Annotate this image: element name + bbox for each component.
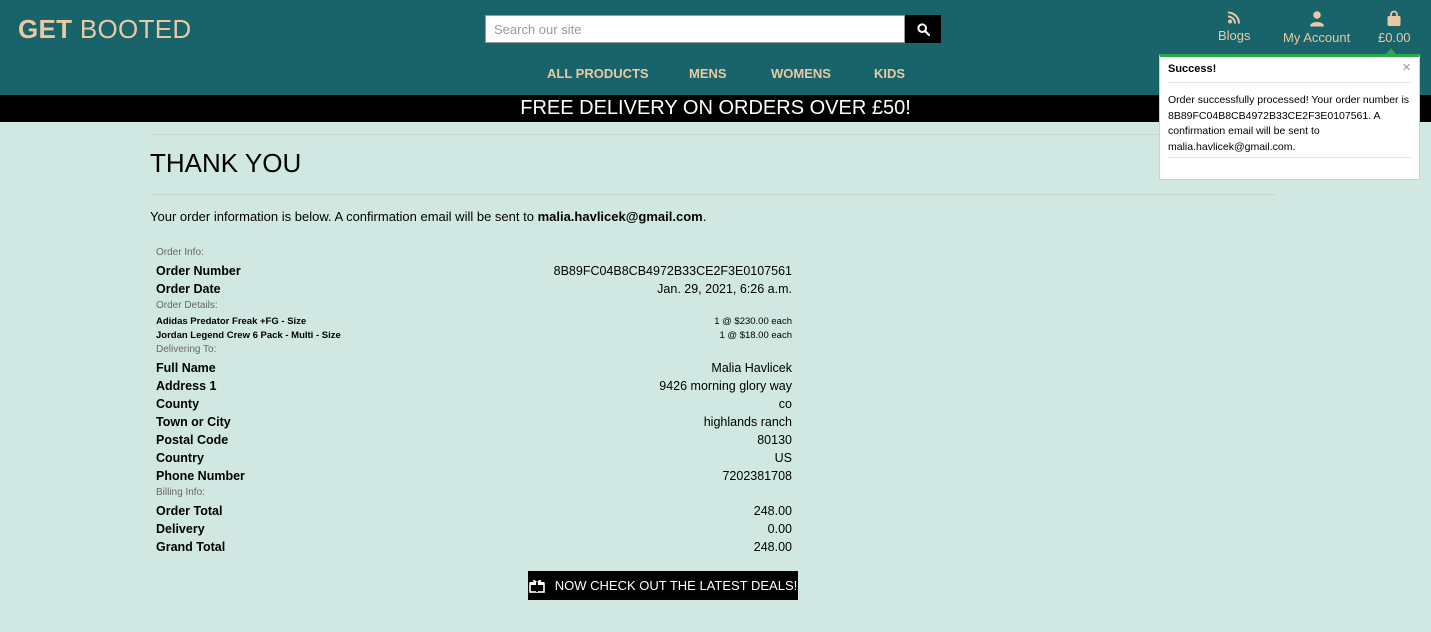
delivery-row: Phone Number 7202381708 xyxy=(156,467,792,485)
billing-row: Delivery 0.00 xyxy=(156,520,792,538)
divider xyxy=(150,194,1276,195)
order-summary: Order Info: Order Number 8B89FC04B8CB497… xyxy=(156,246,792,556)
search-icon xyxy=(916,22,930,36)
delivery-row: Postal Code 80130 xyxy=(156,431,792,449)
cart-link[interactable]: £0.00 xyxy=(1378,10,1411,45)
delivery-row: Address 1 9426 morning glory way xyxy=(156,377,792,395)
divider xyxy=(150,134,1276,135)
gift-icon xyxy=(528,579,545,593)
toast-message: Order successfully processed! Your order… xyxy=(1168,94,1410,153)
section-label-order-info: Order Info: xyxy=(156,247,204,258)
main-content: THANK YOU Your order information is belo… xyxy=(150,134,1276,224)
site-logo[interactable]: GET BOOTED xyxy=(18,14,191,45)
row-value: 7202381708 xyxy=(722,469,792,483)
logo-text: BOOTED xyxy=(79,14,192,44)
blogs-link[interactable]: Blogs xyxy=(1218,10,1251,43)
row-label: Grand Total xyxy=(156,540,226,554)
order-number-value: 8B89FC04B8CB4972B33CE2F3E0107561 xyxy=(553,264,792,278)
intro-email: malia.havlicek@gmail.com xyxy=(537,209,703,224)
blogs-label: Blogs xyxy=(1218,28,1251,43)
item-qty: 1 @ $230.00 each xyxy=(714,316,792,327)
my-account-link[interactable]: My Account xyxy=(1283,10,1350,45)
close-icon[interactable]: × xyxy=(1402,59,1411,76)
section-label-billing-info: Billing Info: xyxy=(156,487,205,498)
row-value: Malia Havlicek xyxy=(711,361,792,375)
toast-divider xyxy=(1168,157,1411,158)
row-label: Delivery xyxy=(156,522,205,536)
row-value: 248.00 xyxy=(753,540,792,554)
row-label: Order Total xyxy=(156,504,223,518)
toast-divider xyxy=(1168,82,1411,83)
order-date-value: Jan. 29, 2021, 6:26 a.m. xyxy=(657,282,792,296)
line-item: Adidas Predator Freak +FG - Size 1 @ $23… xyxy=(156,315,792,329)
user-icon xyxy=(1309,11,1324,27)
nav-mens[interactable]: MENS xyxy=(689,66,727,81)
search-button[interactable] xyxy=(905,15,941,43)
intro-suffix: . xyxy=(702,209,707,224)
delivery-row: Town or City highlands ranch xyxy=(156,413,792,431)
intro-prefix: Your order information is below. A confi… xyxy=(150,209,538,224)
toast-title: Success! xyxy=(1168,63,1217,75)
line-item: Jordan Legend Crew 6 Pack - Multi - Size… xyxy=(156,329,792,343)
nav-womens[interactable]: WOMENS xyxy=(771,66,831,81)
delivery-row: Country US xyxy=(156,449,792,467)
latest-deals-label: NOW CHECK OUT THE LATEST DEALS! xyxy=(554,578,798,593)
row-label: Phone Number xyxy=(156,469,245,483)
success-toast: Success! × Order successfully processed!… xyxy=(1159,54,1420,180)
shopping-bag-icon xyxy=(1387,10,1401,26)
row-value: 248.00 xyxy=(753,504,792,518)
row-label: Order Number xyxy=(156,264,241,278)
item-qty: 1 @ $18.00 each xyxy=(719,330,792,341)
billing-row: Grand Total 248.00 xyxy=(156,538,792,556)
search-input[interactable] xyxy=(485,15,905,43)
intro-text: Your order information is below. A confi… xyxy=(150,209,1276,224)
section-label-order-details: Order Details: xyxy=(156,300,218,311)
item-name: Adidas Predator Freak +FG - Size xyxy=(156,316,307,327)
delivery-row: County co xyxy=(156,395,792,413)
nav-kids[interactable]: KIDS xyxy=(874,66,905,81)
my-account-label: My Account xyxy=(1283,30,1351,45)
row-value: US xyxy=(774,451,792,465)
latest-deals-button[interactable]: NOW CHECK OUT THE LATEST DEALS! xyxy=(528,571,798,600)
row-label: Full Name xyxy=(156,361,216,375)
search-form xyxy=(485,15,941,43)
item-name: Jordan Legend Crew 6 Pack - Multi - Size xyxy=(156,330,341,341)
row-label: County xyxy=(156,397,200,411)
row-label: Order Date xyxy=(156,282,221,296)
rss-icon xyxy=(1228,11,1241,24)
cart-total: £0.00 xyxy=(1378,30,1411,45)
page-title: THANK YOU xyxy=(150,148,302,178)
nav-all-products[interactable]: ALL PRODUCTS xyxy=(547,66,649,81)
row-value: highlands ranch xyxy=(703,415,792,429)
billing-row: Order Total 248.00 xyxy=(156,502,792,520)
logo-bold-text: GET xyxy=(18,14,73,44)
row-value: 0.00 xyxy=(767,522,792,536)
row-label: Country xyxy=(156,451,204,465)
order-number-row: Order Number 8B89FC04B8CB4972B33CE2F3E01… xyxy=(156,262,792,280)
row-label: Postal Code xyxy=(156,433,229,447)
delivery-row: Full Name Malia Havlicek xyxy=(156,359,792,377)
row-value: co xyxy=(778,397,792,411)
row-value: 80130 xyxy=(757,433,792,447)
row-label: Address 1 xyxy=(156,379,217,393)
row-label: Town or City xyxy=(156,415,231,429)
order-date-row: Order Date Jan. 29, 2021, 6:26 a.m. xyxy=(156,280,792,298)
row-value: 9426 morning glory way xyxy=(659,379,792,393)
section-label-delivering-to: Delivering To: xyxy=(156,344,217,355)
